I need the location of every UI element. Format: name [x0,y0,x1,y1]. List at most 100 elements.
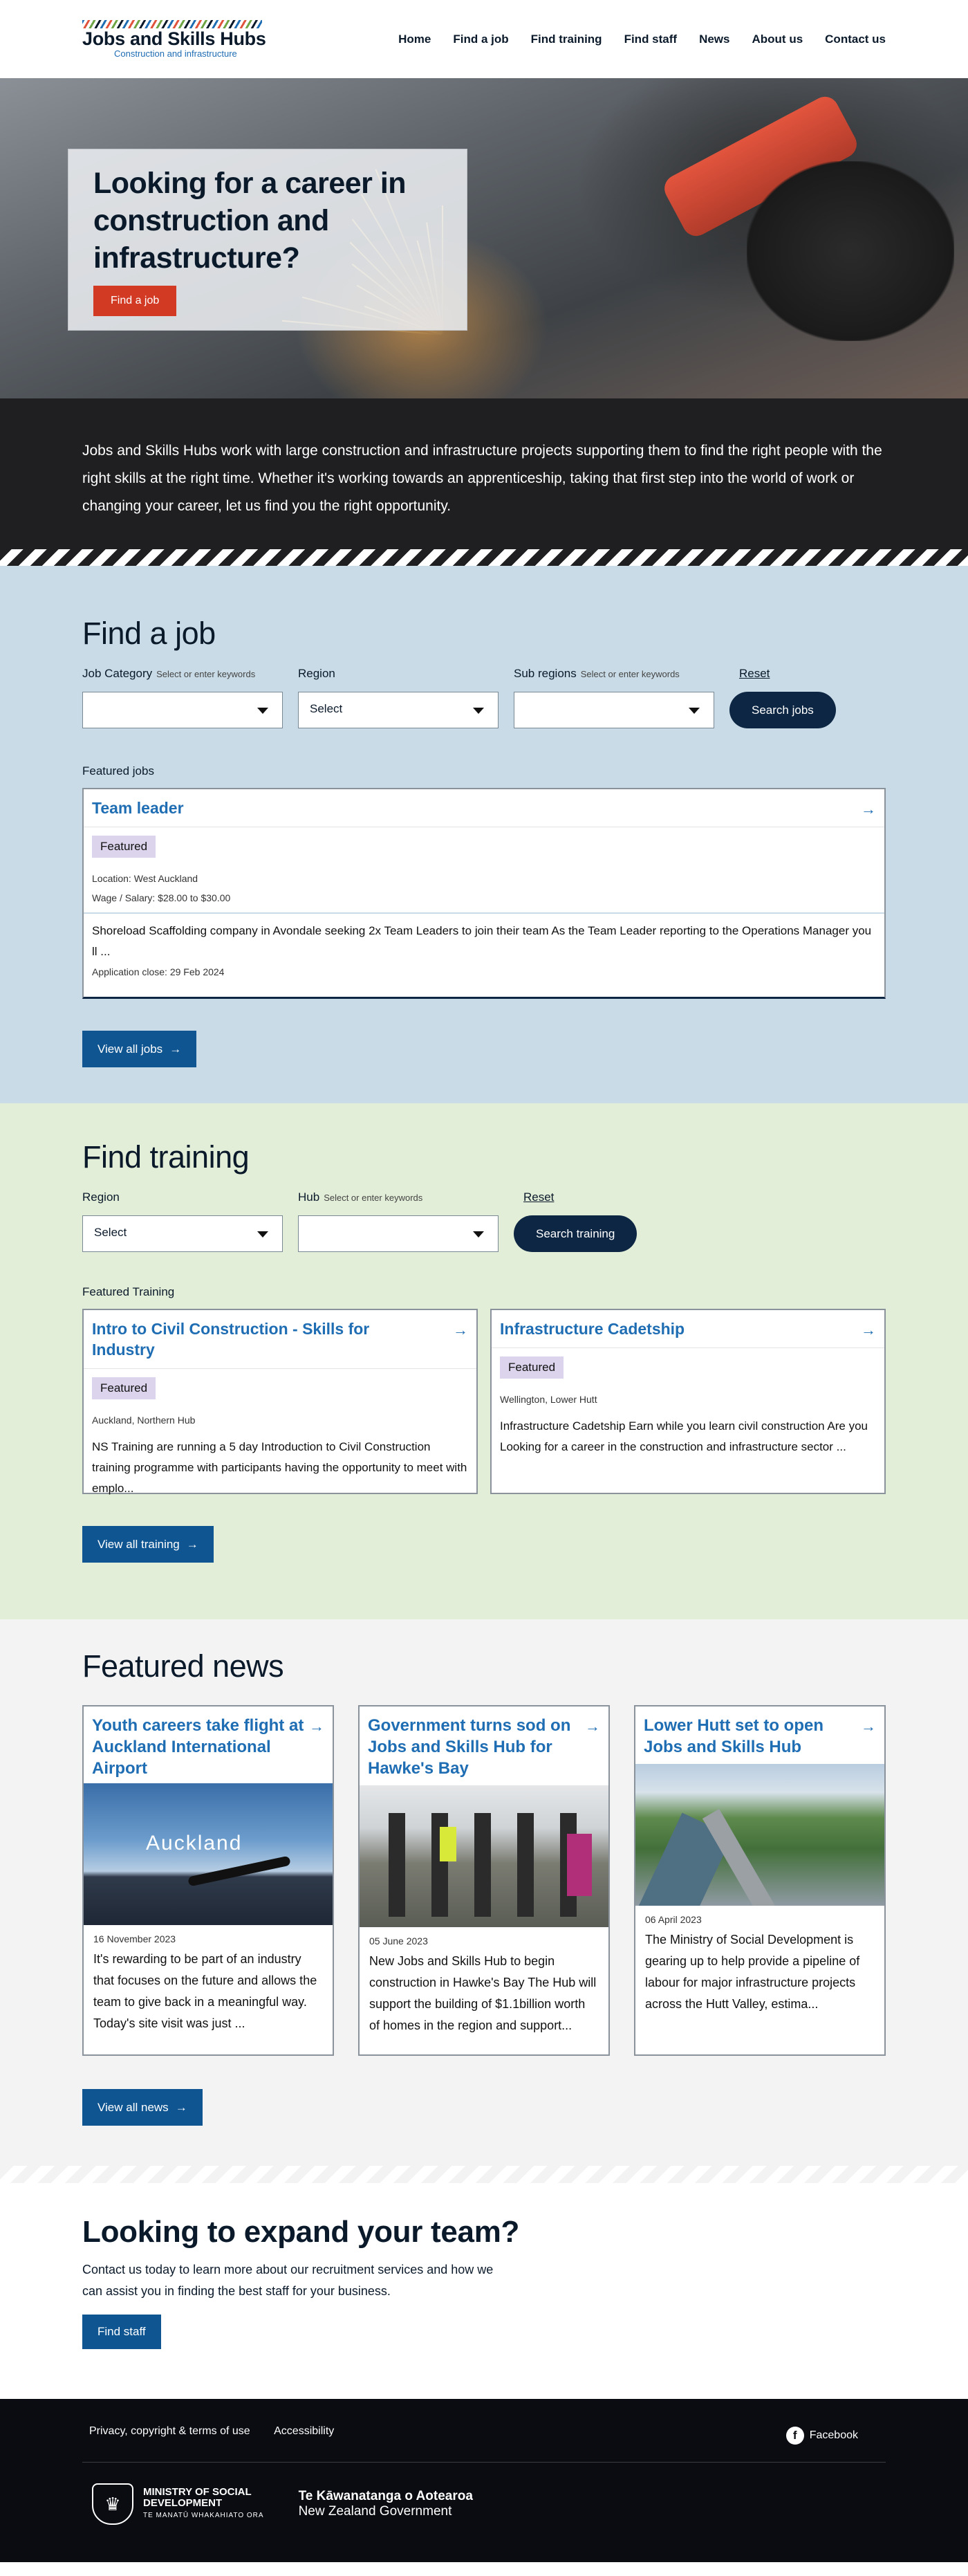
nav-find-training[interactable]: Find training [531,33,602,46]
intro-section: Jobs and Skills Hubs work with large con… [0,398,968,549]
nav-news[interactable]: News [699,33,729,46]
facebook-link[interactable]: f Facebook [785,2425,858,2446]
site-header: Jobs and Skills Hubs Construction and in… [0,0,968,78]
intro-text: Jobs and Skills Hubs work with large con… [82,443,882,514]
airplane-icon [187,1855,291,1887]
find-job-title: Find a job [82,616,216,651]
find-job-section: Find a job Job Category Select or enter k… [0,566,968,1103]
job-category-hint: Select or enter keywords [156,669,256,679]
view-all-news-button[interactable]: View all news → [82,2089,203,2126]
people-shape [373,1813,595,1917]
nav-about-us[interactable]: About us [752,33,803,46]
arrow-right-icon: → [861,800,876,818]
find-staff-button[interactable]: Find staff [82,2315,161,2349]
job-wage: Wage / Salary: $28.00 to $30.00 [92,892,231,903]
job-closes: Application close: 29 Feb 2024 [92,966,225,977]
site-footer: Privacy, copyright & terms of use Access… [0,2399,968,2562]
arrow-right-icon: → [175,2100,187,2114]
news-date: 16 November 2023 [93,1933,176,1944]
job-card-title[interactable]: Team leader [84,789,884,827]
nav-home[interactable]: Home [398,33,431,46]
accessibility-link[interactable]: Accessibility [274,2425,334,2437]
training-filters: Region Select Hub Select or enter keyword… [82,1190,886,1252]
find-training-section: Find training Region Select Hub Select or… [0,1103,968,1619]
hub-hint: Select or enter keywords [324,1193,423,1203]
search-training-button[interactable]: Search training [514,1215,637,1252]
training-card-title[interactable]: Infrastructure Cadetship [492,1310,884,1347]
training-region-label: Region [82,1190,120,1204]
training-location: Auckland, Northern Hub [92,1415,196,1426]
search-jobs-button[interactable]: Search jobs [729,692,836,728]
featured-badge: Featured [92,1377,156,1399]
news-card-title[interactable]: Government turns sod on Jobs and Skills … [360,1706,608,1785]
featured-news-section: Featured news Youth careers take flight … [0,1619,968,2166]
featured-badge: Featured [500,1356,564,1379]
privacy-link[interactable]: Privacy, copyright & terms of use [89,2425,250,2437]
news-description: The Ministry of Social Development is ge… [645,1933,860,2011]
hazard-stripes [0,549,968,566]
nav-find-staff[interactable]: Find staff [624,33,678,46]
view-all-training-button[interactable]: View all training → [82,1526,214,1563]
subregion-select[interactable] [514,692,714,728]
subregion-label: Sub regions [514,667,577,680]
region-label: Region [298,667,335,680]
arrow-right-icon: → [309,1718,324,1735]
hub-label: Hub [298,1190,320,1204]
news-card[interactable]: Youth careers take flight at Auckland In… [82,1705,334,2056]
featured-news-title: Featured news [82,1648,284,1684]
news-date: 05 June 2023 [369,1935,428,1947]
nz-crest-icon: ♛ [92,2483,133,2525]
training-card[interactable]: Intro to Civil Construction - Skills for… [82,1309,478,1495]
arrow-right-icon: → [186,1537,198,1551]
nz-government-logo[interactable]: Te Kāwanatanga o Aotearoa New Zealand Go… [299,2489,473,2519]
hero-title: Looking for a career in construction and… [93,167,407,275]
news-card[interactable]: Lower Hutt set to open Jobs and Skills H… [634,1705,886,2056]
subregion-hint: Select or enter keywords [580,669,680,679]
nav-contact-us[interactable]: Contact us [825,33,886,46]
dress-shape [567,1834,592,1896]
training-location: Wellington, Lower Hutt [500,1394,597,1405]
hero-find-job-button[interactable]: Find a job [93,286,177,316]
job-filters: Job Category Select or enter keywords Reg… [82,667,886,728]
expand-text: Contact us today to learn more about our… [82,2263,494,2298]
news-card[interactable]: Government turns sod on Jobs and Skills … [358,1705,610,2056]
vest-shape [440,1827,456,1861]
region-select[interactable]: Select [298,692,499,728]
featured-training-label: Featured Training [82,1285,175,1298]
hero-glove-shape [747,161,954,341]
news-description: New Jobs and Skills Hub to begin constru… [369,1954,597,2032]
news-card-title[interactable]: Youth careers take flight at Auckland In… [84,1706,333,1778]
hub-select[interactable] [298,1215,499,1252]
training-reset-link[interactable]: Reset [523,1190,554,1204]
logo-subtitle: Construction and infrastructure [114,48,237,59]
training-region-select[interactable]: Select [82,1215,283,1252]
featured-jobs-label: Featured jobs [82,764,154,778]
logo-title: Jobs and Skills Hubs [82,28,266,49]
arrow-right-icon: → [861,1321,876,1338]
nav-find-a-job[interactable]: Find a job [453,33,508,46]
view-all-jobs-button[interactable]: View all jobs → [82,1031,197,1067]
msd-maori: TE MANATŪ WHAKAHIATO ORA [143,2512,264,2519]
news-date: 06 April 2023 [645,1914,702,1925]
facebook-icon: f [785,2427,804,2445]
site-logo[interactable]: Jobs and Skills Hubs Construction and in… [82,19,269,59]
hero-card: Looking for a career in construction and… [68,149,467,331]
view-all-training-label: View all training [97,1537,180,1551]
news-card-title[interactable]: Lower Hutt set to open Jobs and Skills H… [635,1706,884,1764]
training-card[interactable]: Infrastructure Cadetship → Featured Well… [490,1309,886,1494]
job-category-select[interactable] [82,692,283,728]
training-card-title[interactable]: Intro to Civil Construction - Skills for… [84,1310,476,1368]
training-description: NS Training are running a 5 day Introduc… [92,1440,467,1495]
expand-stripes [0,2166,968,2183]
arrow-right-icon: → [861,1718,876,1735]
news-image [360,1785,608,1927]
news-image: Auckland [84,1783,333,1925]
view-all-news-label: View all news [97,2100,169,2114]
job-location: Location: West Auckland [92,873,198,884]
jobs-reset-link[interactable]: Reset [739,667,770,680]
logo-stripes-icon [82,19,262,28]
job-card[interactable]: Team leader → Featured Location: West Au… [82,788,886,999]
news-description: It's rewarding to be part of an industry… [93,1952,317,2030]
msd-logo[interactable]: ♛ MINISTRY OF SOCIAL DEVELOPMENT TE MANA… [92,2483,264,2525]
arrow-right-icon: → [585,1718,600,1735]
